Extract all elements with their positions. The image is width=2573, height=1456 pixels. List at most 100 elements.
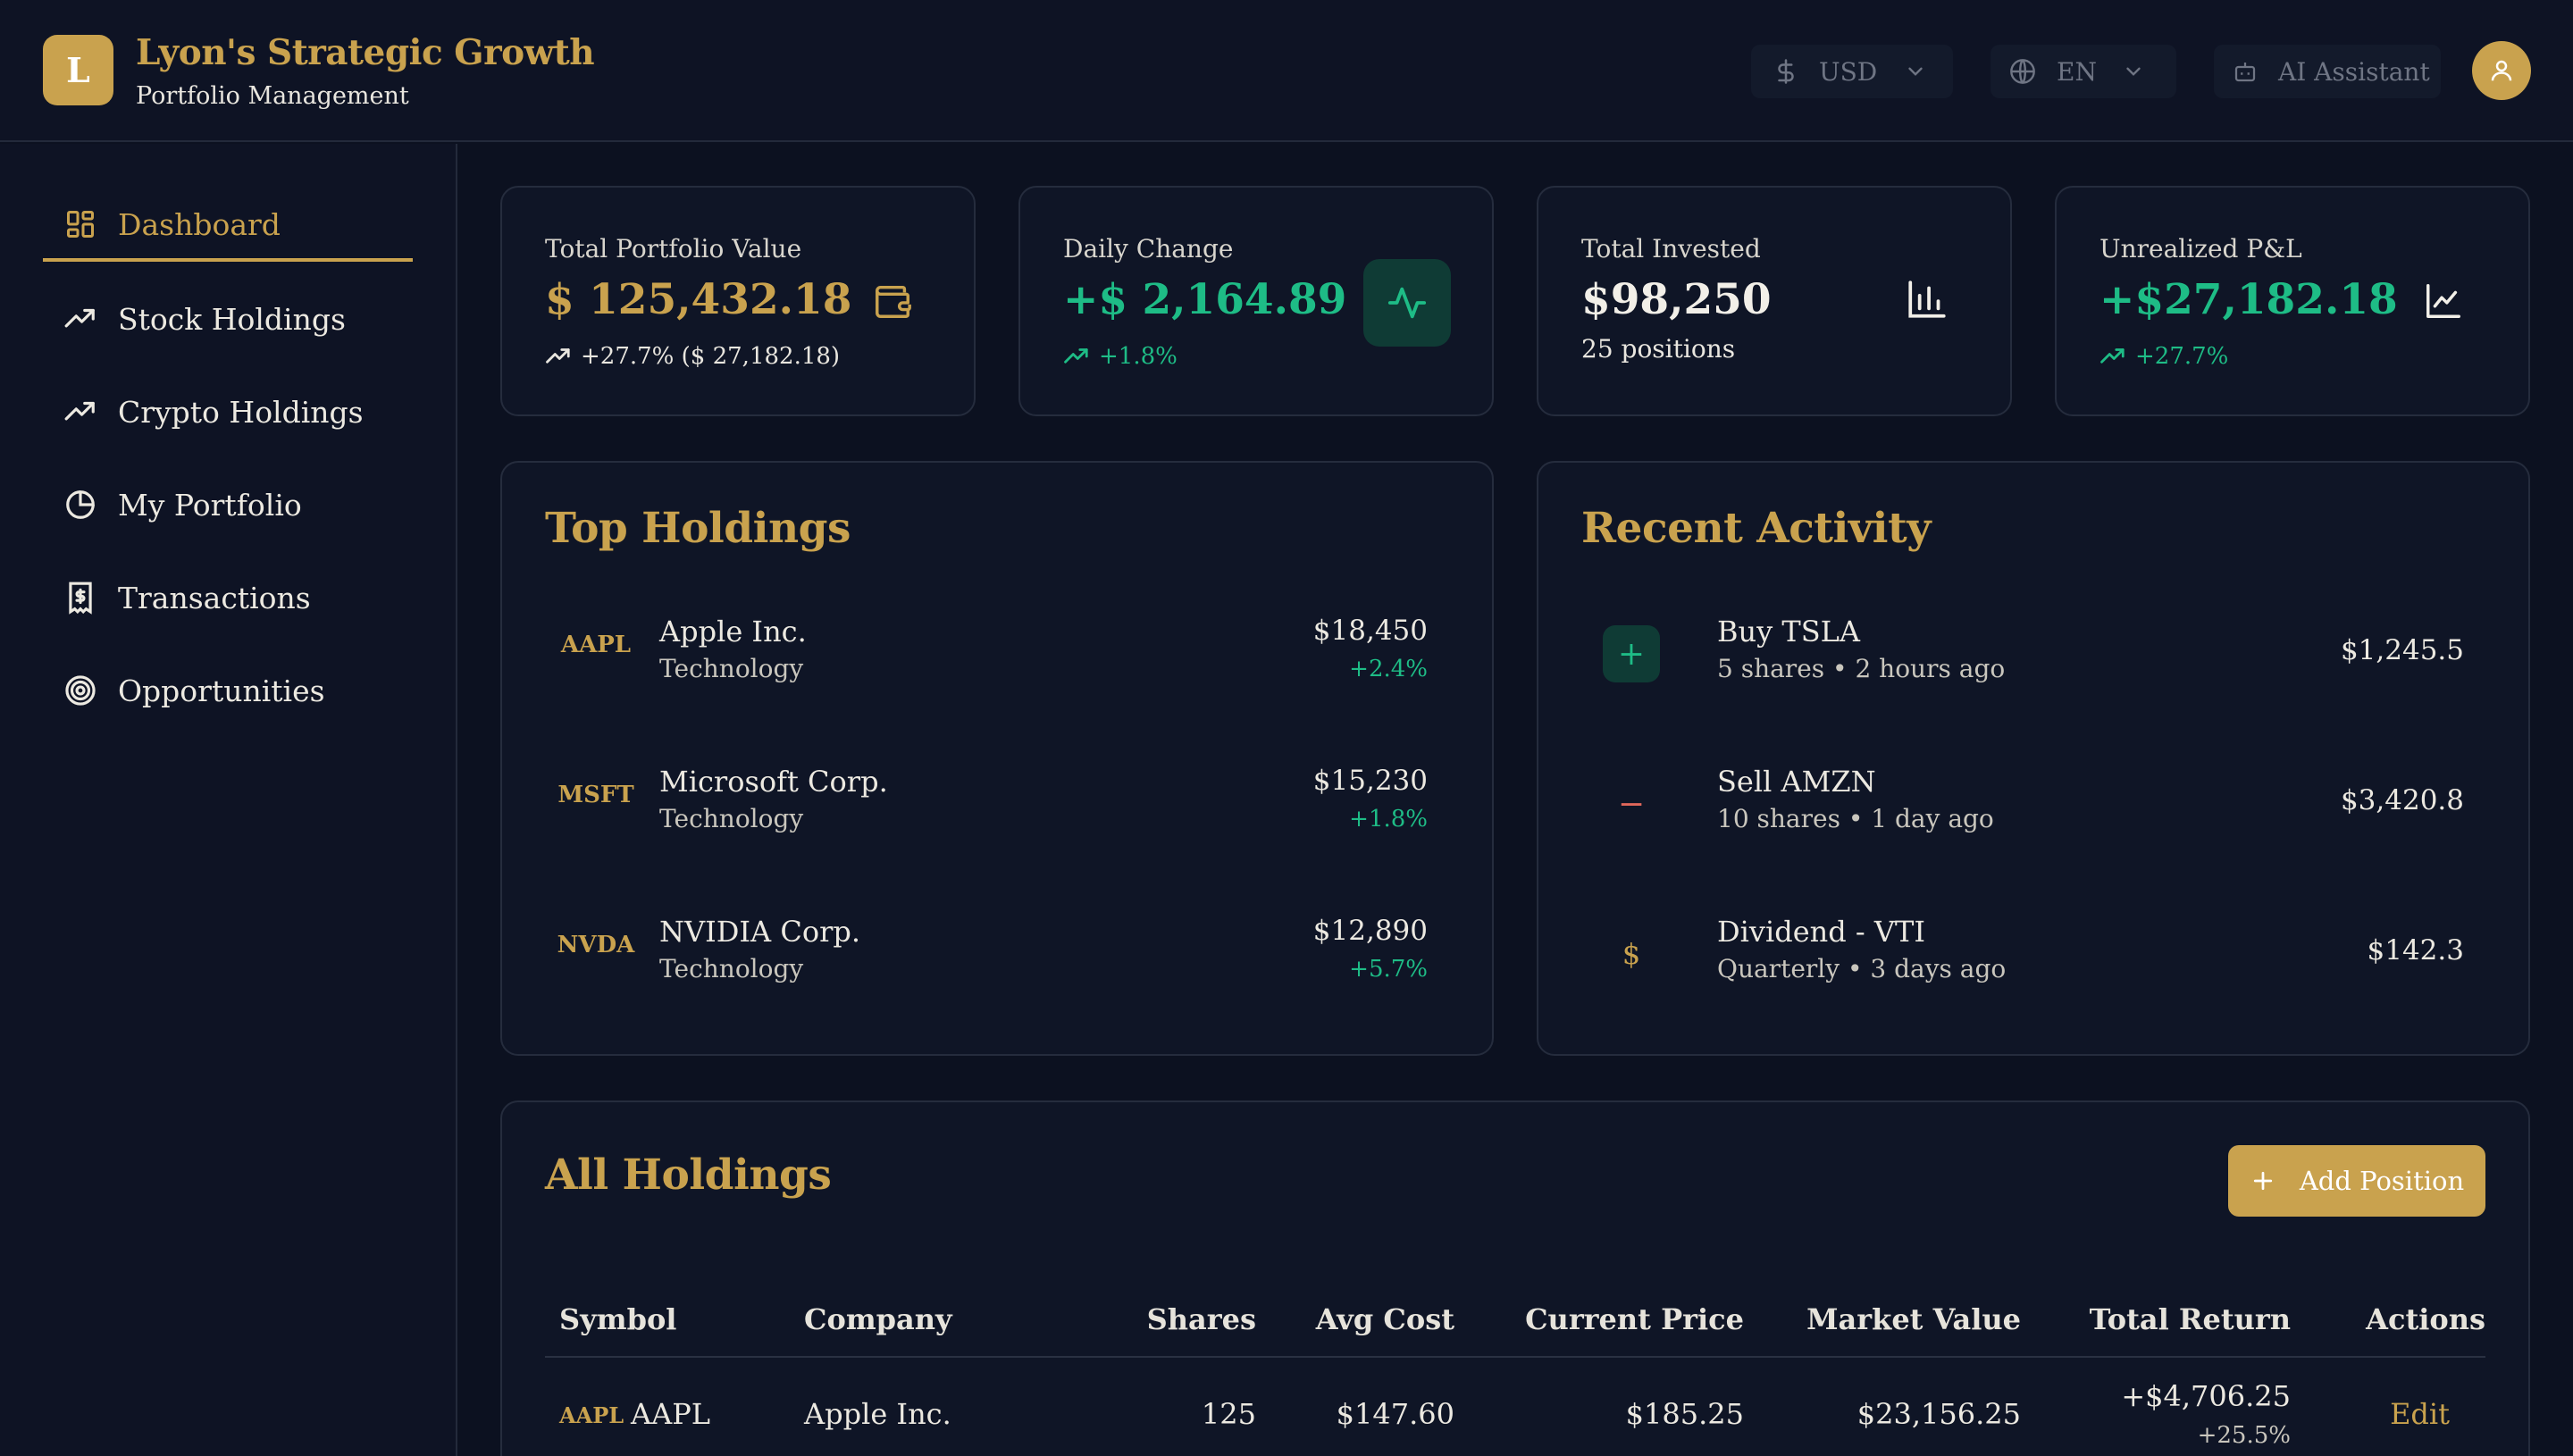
holding-value: $15,230 xyxy=(1312,765,1428,797)
stat-card-daily-change: Daily Change +$ 2,164.89 +1.8% xyxy=(1018,186,1494,416)
sidebar-item-transactions[interactable]: Transactions xyxy=(43,562,413,633)
language-select[interactable]: EN xyxy=(1991,45,2176,98)
bar-chart-icon xyxy=(1905,277,1949,322)
plus-icon: + xyxy=(1603,625,1660,682)
dollar-icon: $ xyxy=(1622,937,1641,971)
activity-title: Sell AMZN xyxy=(1717,765,1876,799)
trending-up-icon xyxy=(2100,348,2125,364)
cell-shares: 125 xyxy=(1201,1397,1256,1431)
target-icon xyxy=(63,673,98,708)
currency-select[interactable]: USD xyxy=(1751,45,1953,98)
holding-change: +5.7% xyxy=(1349,956,1428,983)
currency-label: USD xyxy=(1819,56,1878,87)
language-label: EN xyxy=(2057,56,2097,87)
section-title: Top Holdings xyxy=(545,504,851,553)
edit-link[interactable]: Edit xyxy=(2390,1397,2450,1431)
col-shares[interactable]: Shares xyxy=(1147,1302,1256,1336)
cell-return-pct: +25.5% xyxy=(2197,1422,2291,1449)
stat-value: $ 125,432.18 xyxy=(545,275,852,324)
activity-amount: $142.3 xyxy=(2367,934,2464,966)
activity-row[interactable]: + Buy TSLA 5 shares • 2 hours ago $1,245… xyxy=(1581,600,2485,707)
dollar-icon xyxy=(1778,59,1794,84)
cell-avg-cost: $147.60 xyxy=(1336,1397,1454,1431)
cell-return-value: +$4,706.25 xyxy=(2121,1379,2291,1413)
col-total-return[interactable]: Total Return xyxy=(2090,1302,2291,1336)
sidebar: Dashboard Stock Holdings Crypto Holdings… xyxy=(0,144,457,1456)
holding-name: NVIDIA Corp. xyxy=(659,915,861,949)
stat-subtext: 25 positions xyxy=(1581,334,1736,364)
trending-up-icon xyxy=(546,348,570,364)
stat-value: +$27,182.18 xyxy=(2099,275,2398,324)
holding-name: Apple Inc. xyxy=(659,615,807,649)
stat-label: Daily Change xyxy=(1063,234,1234,264)
activity-amount: $1,245.5 xyxy=(2340,634,2464,666)
stat-change-text: +27.7% xyxy=(2135,343,2229,370)
holding-row[interactable]: NVDA NVIDIA Corp. Technology $12,890 +5.… xyxy=(545,900,1449,1008)
plus-icon xyxy=(2253,1171,2272,1191)
holding-sector: Technology xyxy=(659,804,804,833)
trending-up-icon xyxy=(63,394,98,430)
add-position-button[interactable]: Add Position xyxy=(2228,1145,2485,1217)
sidebar-item-crypto-holdings[interactable]: Crypto Holdings xyxy=(43,376,413,448)
chevron-down-icon xyxy=(2126,67,2141,76)
activity-title: Buy TSLA xyxy=(1717,615,1860,649)
stat-change: +1.8% xyxy=(1063,343,1178,370)
trending-up-icon xyxy=(63,301,98,337)
stat-label: Unrealized P&L xyxy=(2099,234,2302,264)
holding-sector: Technology xyxy=(659,954,804,983)
holding-value: $18,450 xyxy=(1312,615,1428,647)
holding-name: Microsoft Corp. xyxy=(659,765,888,799)
cell-market-value: $23,156.25 xyxy=(1856,1397,2021,1431)
table-row[interactable]: AAPL AAPL Apple Inc. 125 $147.60 $185.25… xyxy=(545,1360,2485,1456)
user-avatar[interactable] xyxy=(2472,41,2531,100)
col-avg-cost[interactable]: Avg Cost xyxy=(1316,1302,1454,1336)
activity-amount: $3,420.8 xyxy=(2340,784,2464,816)
cell-company: Apple Inc. xyxy=(804,1397,951,1431)
activity-detail: Quarterly • 3 days ago xyxy=(1717,954,2007,983)
stat-label: Total Portfolio Value xyxy=(545,234,802,264)
cell-current-price: $185.25 xyxy=(1625,1397,1744,1431)
dashboard-grid-icon xyxy=(63,206,98,242)
col-company[interactable]: Company xyxy=(804,1302,952,1336)
symbol-badge: AAPL xyxy=(559,1402,624,1428)
bot-icon xyxy=(2234,63,2256,82)
line-chart-icon xyxy=(2423,280,2464,322)
sidebar-item-label: Crypto Holdings xyxy=(118,394,364,430)
stat-card-unrealized-pnl: Unrealized P&L +$27,182.18 +27.7% xyxy=(2055,186,2530,416)
sidebar-item-opportunities[interactable]: Opportunities xyxy=(43,655,413,726)
all-holdings-card: All Holdings Add Position Symbol Company… xyxy=(500,1100,2530,1456)
activity-icon xyxy=(1363,259,1451,347)
col-symbol[interactable]: Symbol xyxy=(559,1302,676,1336)
logo-badge: L xyxy=(43,35,113,105)
stat-change: +27.7% xyxy=(2099,343,2228,370)
holding-sector: Technology xyxy=(659,654,804,683)
minus-icon: − xyxy=(1617,785,1646,823)
top-holdings-card: Top Holdings AAPL Apple Inc. Technology … xyxy=(500,461,1494,1056)
col-actions: Actions xyxy=(2366,1302,2485,1336)
col-market-value[interactable]: Market Value xyxy=(1806,1302,2021,1336)
app-title: Lyon's Strategic Growth xyxy=(136,32,595,73)
stat-card-total-value: Total Portfolio Value $ 125,432.18 +27.7… xyxy=(500,186,976,416)
sidebar-item-label: Opportunities xyxy=(118,673,325,708)
symbol-badge: MSFT xyxy=(557,782,634,808)
ai-assistant-button[interactable]: AI Assistant xyxy=(2214,45,2441,98)
holding-change: +1.8% xyxy=(1349,806,1428,833)
holding-row[interactable]: AAPL Apple Inc. Technology $18,450 +2.4% xyxy=(545,600,1449,707)
sidebar-item-stock-holdings[interactable]: Stock Holdings xyxy=(43,283,413,355)
holding-value: $12,890 xyxy=(1312,915,1428,947)
stat-value: $98,250 xyxy=(1581,275,1772,324)
activity-row[interactable]: $ Dividend - VTI Quarterly • 3 days ago … xyxy=(1581,900,2485,1008)
section-title: Recent Activity xyxy=(1581,504,1932,553)
holding-row[interactable]: MSFT Microsoft Corp. Technology $15,230 … xyxy=(545,750,1449,858)
sidebar-item-label: Dashboard xyxy=(118,206,281,242)
sidebar-item-label: Transactions xyxy=(118,580,311,615)
stat-label: Total Invested xyxy=(1581,234,1761,264)
sidebar-item-my-portfolio[interactable]: My Portfolio xyxy=(43,469,413,540)
col-current-price[interactable]: Current Price xyxy=(1525,1302,1744,1336)
app-subtitle: Portfolio Management xyxy=(136,82,409,110)
activity-title: Dividend - VTI xyxy=(1717,915,1925,949)
app-header: L Lyon's Strategic Growth Portfolio Mana… xyxy=(0,0,2573,142)
activity-row[interactable]: − Sell AMZN 10 shares • 1 day ago $3,420… xyxy=(1581,750,2485,858)
sidebar-item-dashboard[interactable]: Dashboard xyxy=(43,190,413,262)
section-title: All Holdings xyxy=(545,1151,832,1200)
